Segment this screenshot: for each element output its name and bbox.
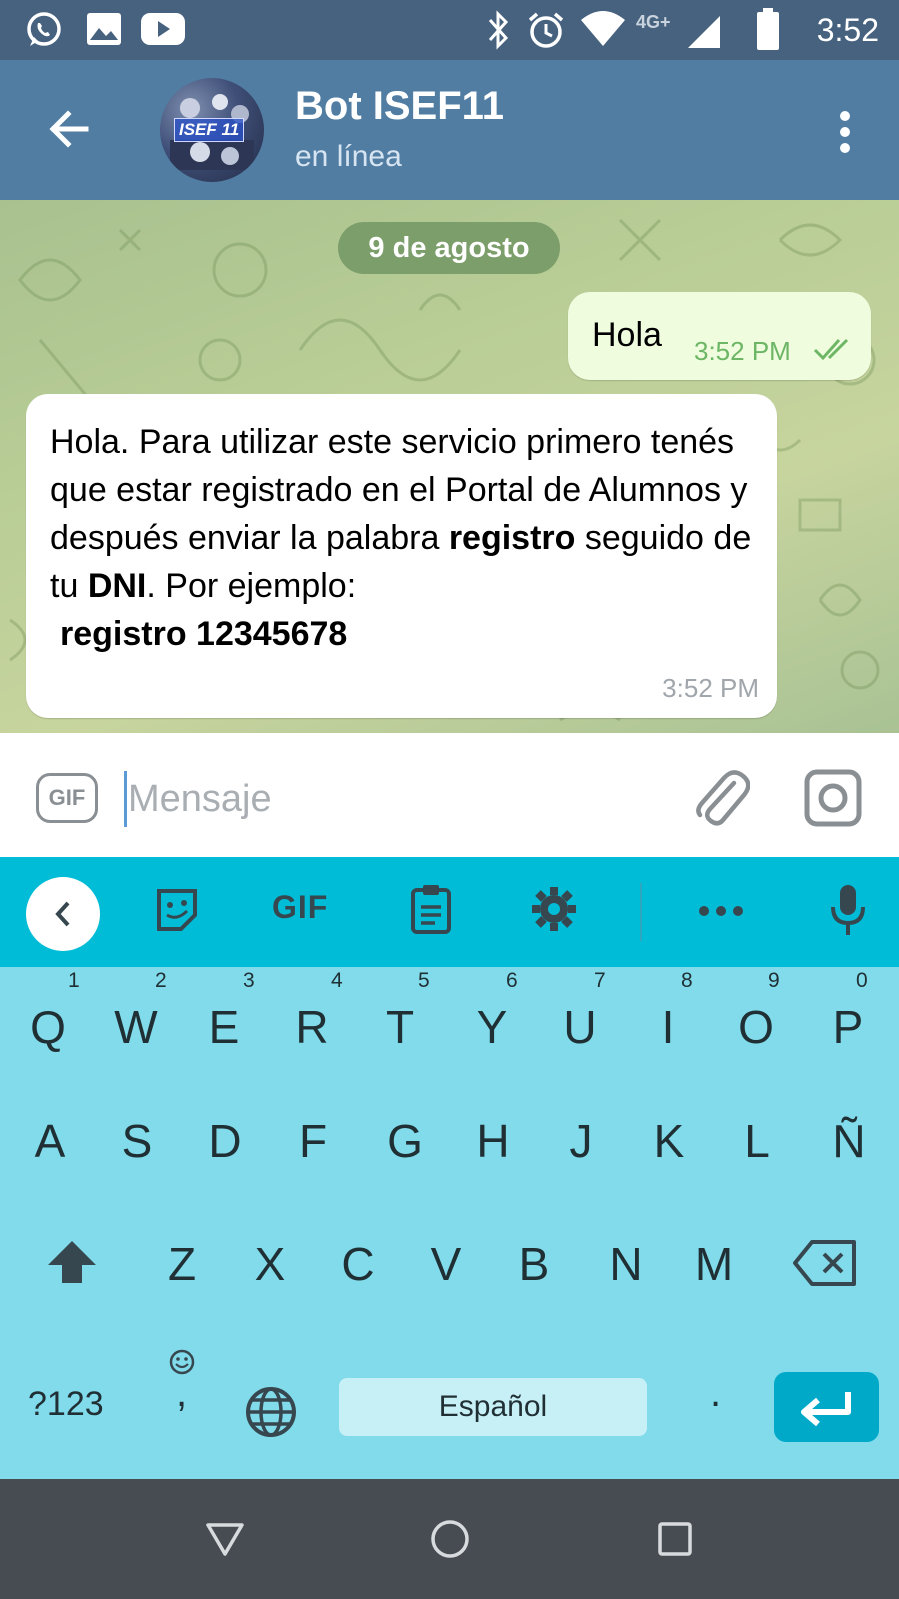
key-a[interactable]: A bbox=[10, 1114, 90, 1168]
key-hint-8: 8 bbox=[681, 969, 693, 992]
key-q[interactable]: Q bbox=[8, 1000, 88, 1054]
message-text: Hola bbox=[592, 316, 662, 354]
key-e[interactable]: E bbox=[184, 1000, 264, 1054]
key-hint-4: 4 bbox=[331, 969, 343, 992]
key-hint-0: 0 bbox=[856, 969, 868, 992]
message-input[interactable] bbox=[128, 769, 648, 829]
chat-area[interactable]: 9 de agosto Hola 3:52 PM Hola. Para util… bbox=[0, 200, 899, 733]
keyboard: Q W E R T Y U I O P 1 2 3 4 5 6 7 8 9 0 … bbox=[0, 967, 899, 1479]
key-hint-2: 2 bbox=[155, 969, 167, 992]
key-j[interactable]: J bbox=[541, 1114, 621, 1168]
key-p[interactable]: P bbox=[808, 1000, 888, 1054]
gif-strip-button[interactable]: GIF bbox=[272, 889, 328, 926]
avatar-logo-text: ISEF 11 bbox=[174, 118, 245, 142]
key-x[interactable]: X bbox=[230, 1237, 310, 1291]
clipboard-icon[interactable] bbox=[410, 883, 452, 935]
space-key[interactable]: Español bbox=[339, 1378, 647, 1436]
recents-nav-icon[interactable] bbox=[658, 1522, 692, 1556]
enter-icon bbox=[801, 1392, 851, 1427]
key-b[interactable]: B bbox=[494, 1237, 574, 1291]
outgoing-message[interactable]: Hola 3:52 PM bbox=[568, 292, 871, 380]
signal-icon bbox=[688, 16, 720, 48]
message-time: 3:52 PM bbox=[694, 336, 791, 366]
attach-clip-icon[interactable] bbox=[690, 765, 750, 829]
key-d[interactable]: D bbox=[185, 1114, 265, 1168]
message-input-bar: GIF bbox=[0, 733, 899, 857]
status-time: 3:52 bbox=[816, 12, 879, 48]
key-z[interactable]: Z bbox=[142, 1237, 222, 1291]
key-l[interactable]: L bbox=[717, 1114, 797, 1168]
back-nav-icon[interactable] bbox=[205, 1521, 245, 1557]
key-h[interactable]: H bbox=[453, 1114, 533, 1168]
shift-key-icon[interactable] bbox=[46, 1239, 98, 1285]
enter-key[interactable] bbox=[774, 1372, 879, 1442]
battery-icon bbox=[757, 8, 779, 50]
key-g[interactable]: G bbox=[365, 1114, 445, 1168]
key-s[interactable]: S bbox=[97, 1114, 177, 1168]
whatsapp-icon bbox=[27, 12, 61, 46]
backspace-icon[interactable] bbox=[792, 1239, 858, 1287]
key-n[interactable]: N bbox=[586, 1237, 666, 1291]
key-m[interactable]: M bbox=[674, 1237, 754, 1291]
incoming-message[interactable]: Hola. Para utilizar este servicio primer… bbox=[26, 394, 777, 718]
key-i[interactable]: I bbox=[628, 1000, 708, 1054]
settings-gear-icon[interactable] bbox=[530, 885, 578, 933]
key-o[interactable]: O bbox=[716, 1000, 796, 1054]
gif-button[interactable]: GIF bbox=[36, 773, 98, 823]
message-text: Hola. Para utilizar este servicio primer… bbox=[50, 418, 760, 658]
comma-key[interactable]: , bbox=[176, 1371, 187, 1416]
avatar[interactable]: ISEF 11 bbox=[160, 78, 264, 182]
chevron-left-icon bbox=[55, 901, 70, 927]
key-hint-1: 1 bbox=[68, 969, 80, 992]
toolbar-divider bbox=[640, 883, 642, 941]
date-separator: 9 de agosto bbox=[338, 222, 560, 274]
key-r[interactable]: R bbox=[272, 1000, 352, 1054]
key-n-tilde[interactable]: Ñ bbox=[809, 1114, 889, 1168]
camera-icon[interactable] bbox=[804, 769, 862, 827]
key-w[interactable]: W bbox=[96, 1000, 176, 1054]
key-t[interactable]: T bbox=[360, 1000, 440, 1054]
status-bar: 4G+ 3:52 bbox=[0, 0, 899, 60]
key-u[interactable]: U bbox=[540, 1000, 620, 1054]
key-f[interactable]: F bbox=[273, 1114, 353, 1168]
bluetooth-icon bbox=[488, 10, 509, 50]
symbols-key[interactable]: ?123 bbox=[28, 1385, 104, 1424]
network-type: 4G+ bbox=[636, 12, 671, 32]
message-bold-dni: DNI bbox=[87, 567, 147, 605]
navigation-bar bbox=[0, 1479, 899, 1599]
key-hint-3: 3 bbox=[243, 969, 255, 992]
key-hint-5: 5 bbox=[418, 969, 430, 992]
youtube-icon bbox=[141, 13, 185, 45]
read-checkmarks-icon bbox=[813, 338, 849, 361]
message-bold-keyword: registro bbox=[448, 519, 576, 557]
chat-title[interactable]: Bot ISEF11 bbox=[295, 84, 504, 129]
key-v[interactable]: V bbox=[406, 1237, 486, 1291]
more-icon[interactable] bbox=[698, 905, 744, 917]
text-caret bbox=[124, 771, 127, 827]
back-arrow-icon[interactable] bbox=[44, 104, 94, 154]
key-hint-7: 7 bbox=[594, 969, 606, 992]
keyboard-collapse-button[interactable] bbox=[26, 877, 100, 951]
wifi-icon bbox=[581, 11, 625, 46]
microphone-icon[interactable] bbox=[828, 883, 868, 939]
message-time: 3:52 PM bbox=[662, 673, 759, 703]
more-options-icon[interactable] bbox=[839, 110, 851, 154]
message-text-part: . Por ejemplo: bbox=[146, 567, 357, 605]
sticker-icon[interactable] bbox=[155, 887, 199, 933]
key-y[interactable]: Y bbox=[452, 1000, 532, 1054]
gallery-icon bbox=[87, 13, 121, 45]
chat-header: ISEF 11 Bot ISEF11 en línea bbox=[0, 60, 899, 200]
period-key[interactable]: . bbox=[710, 1371, 721, 1416]
key-hint-6: 6 bbox=[506, 969, 518, 992]
home-nav-icon[interactable] bbox=[430, 1519, 470, 1559]
key-c[interactable]: C bbox=[318, 1237, 398, 1291]
key-hint-9: 9 bbox=[768, 969, 780, 992]
chat-status: en línea bbox=[295, 140, 402, 173]
key-k[interactable]: K bbox=[629, 1114, 709, 1168]
language-globe-icon[interactable] bbox=[244, 1385, 298, 1439]
keyboard-toolbar: GIF bbox=[0, 857, 899, 967]
message-example-command: registro 12345678 bbox=[60, 615, 348, 653]
alarm-icon bbox=[528, 12, 564, 48]
